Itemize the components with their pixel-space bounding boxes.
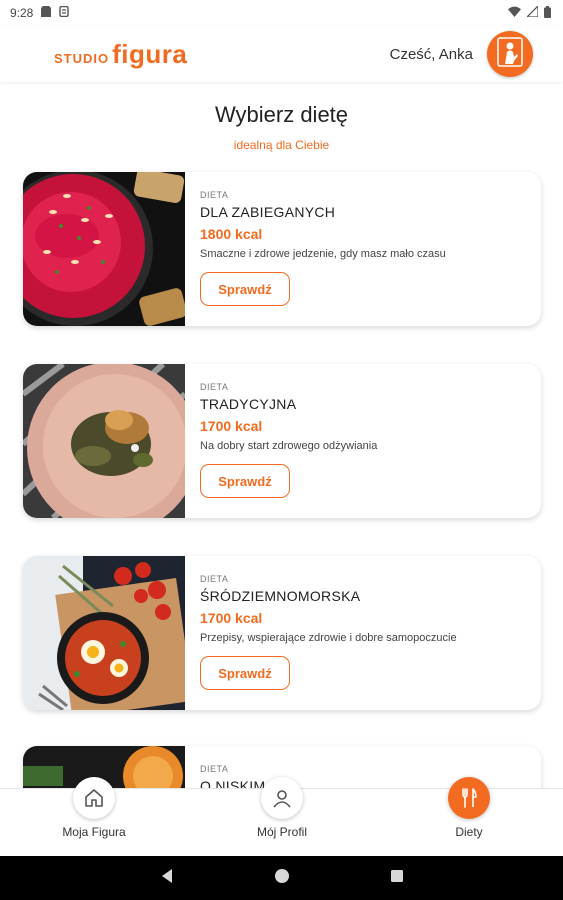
- check-diet-button[interactable]: Sprawdź: [200, 272, 290, 306]
- logo-small-text: STUDIO: [54, 50, 110, 66]
- diet-image-beet-hummus: [23, 172, 185, 326]
- person-icon: [497, 36, 523, 72]
- diet-label: DIETA: [200, 190, 229, 200]
- diet-card-tradycyjna[interactable]: DIETA TRADYCYJNA 1700 kcal Na dobry star…: [23, 364, 541, 518]
- sd-card-icon: [41, 6, 52, 20]
- logo-big-text: figura: [112, 38, 188, 69]
- app-header: STUDIO figura Cześć, Anka: [0, 26, 563, 82]
- diet-label: DIETA: [200, 574, 229, 584]
- sync-icon: [59, 5, 70, 20]
- studio-figura-logo[interactable]: STUDIO figura: [54, 39, 187, 70]
- wifi-icon: [508, 6, 521, 20]
- diet-name: ŚRÓDZIEMNOMORSKA: [200, 588, 361, 604]
- diet-card-srodziemnomorska[interactable]: DIETA ŚRÓDZIEMNOMORSKA 1700 kcal Przepis…: [23, 556, 541, 710]
- nav-diety[interactable]: Diety: [409, 777, 529, 857]
- diet-kcal: 1800 kcal: [200, 226, 263, 242]
- nav-label: Mój Profil: [256, 825, 307, 839]
- check-diet-button[interactable]: Sprawdź: [200, 464, 290, 498]
- avatar[interactable]: [487, 31, 533, 77]
- fork-knife-icon: [448, 777, 490, 819]
- diet-name: O NISKIM: [200, 778, 266, 788]
- diet-name: TRADYCYJNA: [200, 396, 297, 412]
- bottom-navigation: Moja Figura Mój Profil Diety: [0, 777, 563, 857]
- diet-label: DIETA: [200, 382, 229, 392]
- profile-icon: [261, 777, 303, 819]
- diet-name: DLA ZABIEGANYCH: [200, 204, 336, 220]
- nav-moj-profil[interactable]: Mój Profil: [222, 777, 342, 857]
- system-navigation-bar: [0, 856, 563, 900]
- diet-list-screen[interactable]: Wybierz dietę idealną dla Ciebie DIETA D…: [0, 82, 563, 788]
- back-icon[interactable]: [160, 868, 174, 889]
- diet-description: Przepisy, wspierające zdrowie i dobre sa…: [200, 632, 457, 644]
- diet-kcal: 1700 kcal: [200, 610, 263, 626]
- greeting-text: Cześć, Anka: [389, 45, 473, 63]
- diet-image-plate: [23, 364, 185, 518]
- nav-label: Moja Figura: [62, 825, 126, 839]
- page-subtitle: idealną dla Ciebie: [233, 138, 330, 152]
- recents-icon[interactable]: [390, 869, 404, 888]
- diet-label: DIETA: [200, 764, 229, 774]
- nav-label: Diety: [455, 825, 483, 839]
- diet-description: Na dobry start zdrowego odżywiania: [200, 440, 378, 452]
- diet-card-dla-zabieganych[interactable]: DIETA DLA ZABIEGANYCH 1800 kcal Smaczne …: [23, 172, 541, 326]
- nav-moja-figura[interactable]: Moja Figura: [34, 777, 154, 857]
- signal-icon: [525, 4, 539, 20]
- status-bar: 9:28: [0, 0, 563, 26]
- home-icon: [73, 777, 115, 819]
- check-diet-button[interactable]: Sprawdź: [200, 656, 290, 690]
- diet-image-shakshuka: [23, 556, 185, 710]
- status-time: 9:28: [10, 6, 34, 20]
- home-button-icon[interactable]: [274, 868, 290, 889]
- diet-kcal: 1700 kcal: [200, 418, 263, 434]
- battery-icon: [544, 5, 551, 21]
- page-title: Wybierz dietę: [214, 102, 349, 127]
- diet-description: Smaczne i zdrowe jedzenie, gdy masz mało…: [200, 248, 446, 260]
